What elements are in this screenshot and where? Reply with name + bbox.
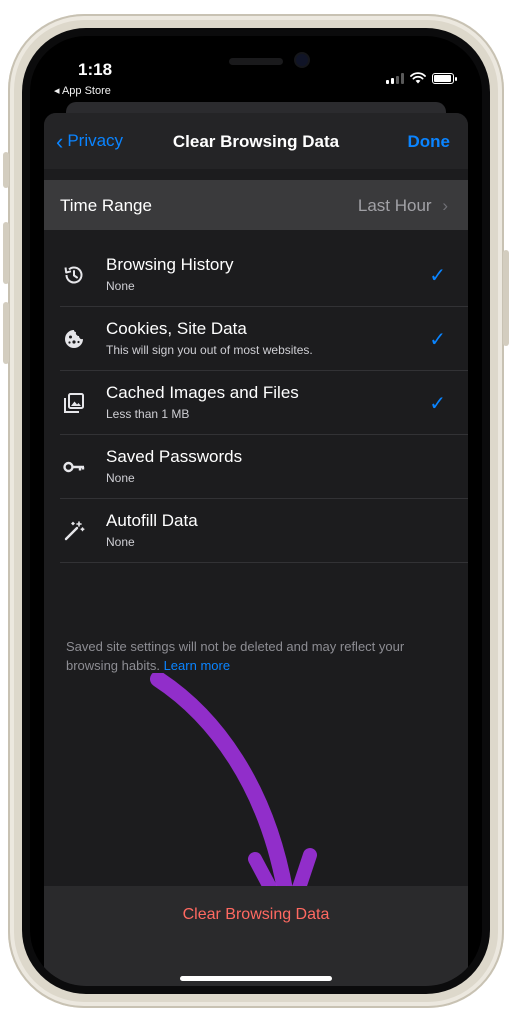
item-title: Cached Images and Files bbox=[106, 383, 299, 402]
list-item-cookies[interactable]: Cookies, Site Data This will sign you ou… bbox=[60, 307, 468, 371]
checkmark-icon: ✓ bbox=[429, 393, 446, 415]
item-title: Autofill Data bbox=[106, 511, 198, 530]
volume-down-button bbox=[3, 302, 9, 364]
time-range-value: Last Hour › bbox=[358, 196, 448, 216]
bottom-toolbar: Clear Browsing Data bbox=[44, 886, 468, 986]
checkmark-icon: ✓ bbox=[429, 329, 446, 351]
earpiece-speaker bbox=[229, 58, 283, 65]
silent-switch bbox=[3, 152, 9, 188]
clear-data-sheet: ‹ Privacy Clear Browsing Data Done Time … bbox=[44, 113, 468, 986]
clear-browsing-data-button[interactable]: Clear Browsing Data bbox=[44, 906, 468, 924]
status-bar: 1:18 ◂ App Store bbox=[30, 36, 482, 106]
checkmark-icon: ✓ bbox=[429, 265, 446, 287]
item-subtitle: Less than 1 MB bbox=[106, 407, 190, 421]
page-title: Clear Browsing Data bbox=[172, 132, 340, 151]
list-item-cached-images[interactable]: Cached Images and Files Less than 1 MB ✓ bbox=[60, 371, 468, 435]
item-subtitle: None bbox=[106, 279, 135, 293]
item-subtitle: This will sign you out of most websites. bbox=[106, 343, 313, 357]
chevron-right-icon: › bbox=[442, 196, 448, 215]
back-to-app-link[interactable]: ◂ App Store bbox=[54, 84, 111, 97]
cellular-signal-icon bbox=[386, 72, 404, 84]
home-indicator[interactable] bbox=[180, 976, 332, 981]
footer-note: Saved site settings will not be deleted … bbox=[66, 637, 446, 675]
item-subtitle: None bbox=[106, 471, 135, 485]
screen: 1:18 ◂ App Store ‹ Privacy Clear Browsin… bbox=[30, 36, 482, 986]
learn-more-link[interactable]: Learn more bbox=[164, 658, 230, 673]
volume-up-button bbox=[3, 222, 9, 284]
time-range-value-text: Last Hour bbox=[357, 196, 432, 215]
front-camera bbox=[296, 54, 308, 66]
footer-note-text: Saved site settings will not be deleted … bbox=[66, 639, 405, 673]
key-icon bbox=[63, 461, 85, 473]
time-range-row[interactable]: Time Range Last Hour › bbox=[44, 180, 468, 230]
wifi-icon bbox=[410, 72, 426, 84]
item-title: Saved Passwords bbox=[106, 447, 243, 466]
time-range-label: Time Range bbox=[60, 196, 152, 215]
history-icon bbox=[64, 266, 83, 284]
done-button[interactable]: Done bbox=[408, 132, 451, 152]
item-subtitle: None bbox=[106, 535, 135, 549]
list-item-autofill[interactable]: Autofill Data None bbox=[60, 499, 468, 563]
cookie-icon bbox=[65, 330, 83, 348]
item-title: Cookies, Site Data bbox=[106, 319, 247, 338]
battery-icon bbox=[432, 72, 457, 84]
navigation-bar: ‹ Privacy Clear Browsing Data Done bbox=[44, 113, 468, 169]
status-time: 1:18 bbox=[78, 60, 113, 79]
images-icon bbox=[64, 393, 84, 413]
list-item-saved-passwords[interactable]: Saved Passwords None bbox=[60, 435, 468, 499]
list-item-browsing-history[interactable]: Browsing History None ✓ bbox=[60, 243, 468, 307]
item-title: Browsing History bbox=[106, 255, 234, 274]
data-type-list: Browsing History None ✓ Cookies, Site Da… bbox=[44, 243, 468, 563]
system-icons bbox=[386, 72, 457, 84]
magic-wand-icon bbox=[64, 521, 85, 541]
side-button bbox=[503, 250, 509, 346]
